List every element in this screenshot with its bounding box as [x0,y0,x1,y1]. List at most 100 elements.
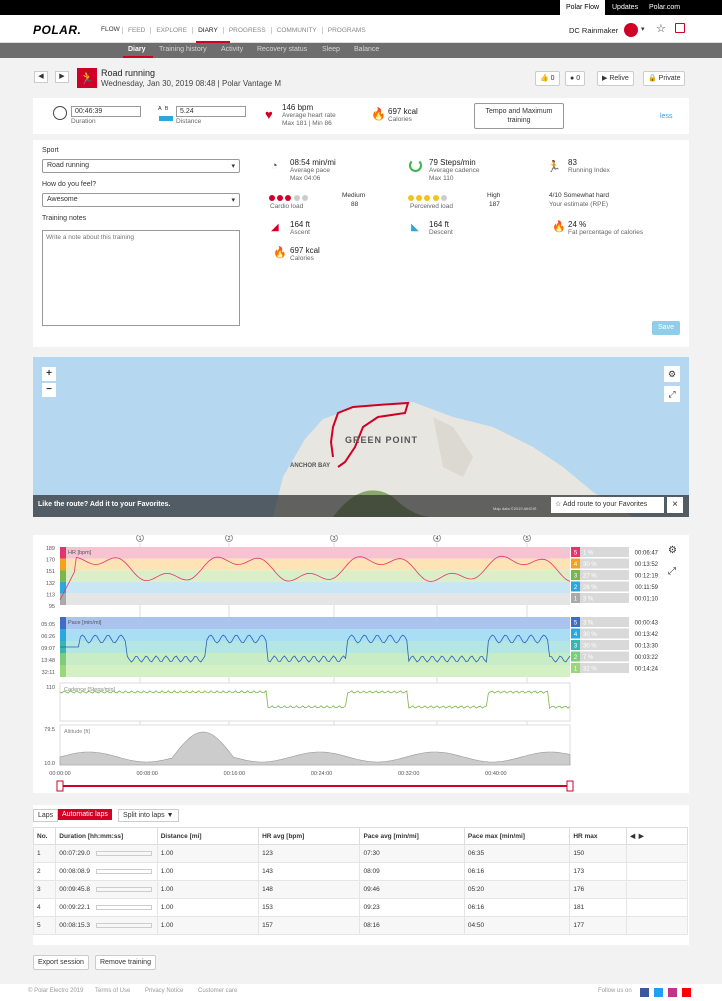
col-duration[interactable]: Duration [hh:mm:ss] [55,827,158,845]
close-favorite-button[interactable]: × [667,497,683,513]
subnav-sleep[interactable]: Sleep [322,46,340,53]
subnav-training-history[interactable]: Training history [159,46,207,53]
export-session-button[interactable]: Export session [33,955,89,970]
pace-zone-band [60,653,570,665]
table-cell: 3 [32,880,57,899]
tab-automatic-laps[interactable]: Automatic laps [58,809,112,820]
star-icon[interactable]: ☆ [656,22,666,35]
fullscreen-icon[interactable]: ⤢ [664,386,680,402]
polar-com-link[interactable]: Polar.com [643,0,686,15]
hr-zone-time: 00:06:47 [635,551,659,557]
updates-link[interactable]: Updates [606,0,644,15]
chevron-down-icon[interactable]: ▾ [641,25,645,33]
distance-label: Distance [176,118,202,125]
nav-programs[interactable]: PROGRAMS [321,27,371,34]
pace-zone-color [60,617,66,629]
running-index-icon: 🏃 [547,161,561,173]
training-notes-input[interactable] [42,230,240,326]
chart-fullscreen-icon[interactable]: ⤢ [668,566,676,577]
instagram-icon[interactable] [668,988,677,997]
training-target-button[interactable]: Tempo and Maximum training [474,103,564,129]
nav-feed[interactable]: FEED [122,27,151,34]
cardio-load-label: Cardio load [270,203,304,210]
subnav-recovery-status[interactable]: Recovery status [257,46,307,53]
less-link[interactable]: less [660,113,672,120]
tab-laps[interactable]: Laps [33,809,59,822]
prev-columns-button[interactable]: ◀ [630,833,635,840]
hr-zone-pct: 3 % [583,597,594,603]
add-favorite-button[interactable]: ☆ Add route to your Favorites [551,497,664,513]
zoom-out-button[interactable]: − [42,383,56,397]
flame-icon: 🔥 [371,107,386,121]
footer-terms[interactable]: Terms of Use [95,988,130,994]
table-cell: 1.00 [156,880,260,899]
remove-training-button[interactable]: Remove training [95,955,156,970]
private-button[interactable]: 🔒 Private [643,71,686,86]
altitude-tick: 10.0 [44,761,55,767]
settings-gear-icon[interactable]: ⚙ [664,366,680,382]
table-cell: 181 [569,898,628,917]
table-row[interactable]: 3 00:09:45.8 1.00 148 09:46 05:20 176 [32,880,688,899]
table-cell: 5 [32,916,57,935]
twitter-icon[interactable] [654,988,663,997]
polar-logo[interactable]: POLAR. [33,23,81,37]
running-index-value: 83 [568,158,577,167]
table-cell: 08:09 [359,862,465,881]
cardio-load-dots [269,194,308,203]
like-button[interactable]: 👍 0 [535,71,560,86]
route-map[interactable]: GREEN POINT ANCHOR BAY + − ⚙ ⤢ Like the … [33,357,689,517]
cadence-max: Max 110 [429,175,454,182]
relive-button[interactable]: ▶ Relive [597,71,634,86]
nav-community[interactable]: COMMUNITY [270,27,322,34]
hr-zone-time: 00:13:52 [635,562,659,568]
col-distance[interactable]: Distance [mi] [156,827,260,845]
duration-field[interactable]: 00:46:39 [71,106,141,117]
table-row[interactable]: 2 00:08:08.9 1.00 143 08:09 06:16 173 [32,862,688,881]
pace-zone-pct: 32 % [583,667,597,673]
main-header: POLAR. FLOW FEED EXPLORE DIARY PROGRESS COMM… [0,15,722,43]
tab-split-into-laps[interactable]: Split into laps ▼ [118,809,179,822]
facebook-icon[interactable] [640,988,649,997]
next-session-button[interactable]: ▶ [55,71,69,83]
col-pace-avg[interactable]: Pace avg [min/mi] [359,827,465,845]
lap-duration: 00:09:45.8 [59,886,91,893]
youtube-icon[interactable] [682,988,691,997]
nav-progress[interactable]: PROGRESS [222,27,271,34]
distance-field[interactable]: 5.24 [176,106,246,117]
col-hr-max[interactable]: HR max [569,827,628,845]
chart-settings-gear-icon[interactable]: ⚙ [668,545,677,556]
table-row[interactable]: 4 00:09:22.1 1.00 153 09:23 06:16 181 [32,898,688,917]
next-columns-button[interactable]: ▶ [639,833,644,840]
pace-zone-time: 00:14:24 [635,667,659,673]
footer-care[interactable]: Customer care [198,988,237,994]
col-pace-max[interactable]: Pace max [min/mi] [463,827,571,845]
nav-explore[interactable]: EXPLORE [150,27,193,34]
heart-icon: ♥ [265,107,273,122]
col-no[interactable]: No. [32,827,57,845]
sport-select[interactable]: Road running ▾ [42,159,240,173]
table-row[interactable]: 5 00:08:15.3 1.00 157 08:16 04:50 177 [32,916,688,935]
table-row[interactable]: 1 00:07:29.0 1.00 123 07:30 06:35 150 [32,844,688,863]
footer-privacy[interactable]: Privacy Notice [145,988,183,994]
pace-icon: ◔ [271,160,278,172]
col-hr-avg[interactable]: HR avg [bpm] [258,827,361,845]
logout-icon[interactable] [675,23,685,33]
hr-zone-band [60,581,570,594]
altitude-title: Altitude [ft] [64,729,90,735]
user-name[interactable]: DC Rainmaker [569,26,618,35]
subnav-diary[interactable]: Diary [128,46,146,53]
zoom-in-button[interactable]: + [42,367,56,381]
prev-session-button[interactable]: ◀ [34,71,48,83]
subnav-activity[interactable]: Activity [221,46,243,53]
feel-select[interactable]: Awesome ▾ [42,193,240,207]
comment-button[interactable]: ● 0 [565,71,586,86]
subnav-balance[interactable]: Balance [354,46,379,53]
avatar[interactable] [624,23,638,37]
hr-zone-color [60,581,66,594]
rpe-label: Your estimate (RPE) [549,201,609,208]
pace-zone-band [60,665,570,677]
ruler-icon [159,116,173,121]
polar-flow-link[interactable]: Polar Flow [560,0,606,15]
nav-diary[interactable]: DIARY [192,27,223,34]
save-button[interactable]: Save [652,321,680,335]
